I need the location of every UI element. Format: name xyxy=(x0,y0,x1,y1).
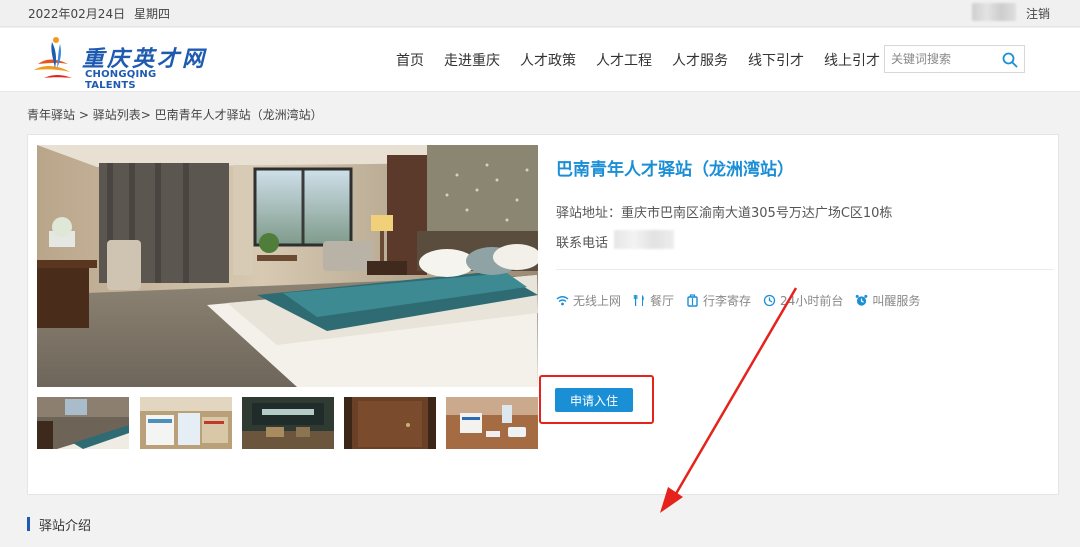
amenity-luggage: 行李寄存 xyxy=(686,292,751,309)
amenity-label: 叫醒服务 xyxy=(872,294,921,308)
breadcrumb-separator: > xyxy=(140,108,155,122)
thumbnail-desk-items[interactable] xyxy=(446,397,538,449)
station-info: 巴南青年人才驿站（龙洲湾站） 驿站地址：重庆市巴南区渝南大道305号万达广场C区… xyxy=(556,135,1054,496)
amenity-reception: 24小时前台 xyxy=(763,292,843,309)
breadcrumb-current: 巴南青年人才驿站（龙洲湾站） xyxy=(154,108,323,122)
restaurant-icon xyxy=(633,295,644,306)
amenity-label: 无线上网 xyxy=(573,294,622,308)
logo-mark-icon xyxy=(34,37,72,78)
section-heading-text: 驿站介绍 xyxy=(39,518,92,534)
thumbnail-lobby[interactable] xyxy=(242,397,334,449)
top-bar: 2022年02月24日 星期四 注销 xyxy=(0,0,1080,27)
wifi-icon xyxy=(556,296,569,306)
site-logo[interactable]: 重庆英才网 CHONGQING TALENTS xyxy=(30,34,210,91)
reception-icon xyxy=(763,294,776,307)
logout-link[interactable]: 注销 xyxy=(1026,5,1050,22)
search-box xyxy=(884,45,1025,73)
amenity-wifi: 无线上网 xyxy=(556,292,621,309)
amenity-label: 餐厅 xyxy=(650,294,675,308)
station-address: 驿站地址：重庆市巴南区渝南大道305号万达广场C区10栋 xyxy=(556,206,893,221)
breadcrumb: 青年驿站 > 驿站列表> 巴南青年人才驿站（龙洲湾站） xyxy=(27,106,323,123)
nav-item-talent-services[interactable]: 人才服务 xyxy=(672,50,728,70)
nav-item-about-chongqing[interactable]: 走进重庆 xyxy=(444,50,500,70)
station-phone-label: 联系电话 xyxy=(556,236,609,251)
station-phone-blurred xyxy=(614,230,674,249)
nav-item-offline-recruiting[interactable]: 线下引才 xyxy=(748,50,804,70)
station-detail-card: 巴南青年人才驿站（龙洲湾站） 驿站地址：重庆市巴南区渝南大道305号万达广场C区… xyxy=(27,134,1059,513)
amenities-list: 无线上网 餐厅 行李寄存 24小时前台 叫醒服务 xyxy=(556,292,932,309)
info-divider xyxy=(556,269,1054,270)
photo-thumbnails xyxy=(37,397,538,449)
current-weekday: 星期四 xyxy=(134,7,171,21)
thumbnail-room[interactable] xyxy=(37,397,129,449)
apply-checkin-button[interactable]: 申请入住 xyxy=(555,388,633,412)
breadcrumb-separator: > xyxy=(75,108,93,122)
amenity-restaurant: 餐厅 xyxy=(633,292,674,309)
search-icon[interactable] xyxy=(1001,51,1019,69)
section-heading-bar xyxy=(27,517,30,531)
nav-item-talent-policy[interactable]: 人才政策 xyxy=(520,50,576,70)
amenity-label: 24小时前台 xyxy=(780,294,844,308)
main-nav: 首页 走进重庆 人才政策 人才工程 人才服务 线下引才 线上引才 xyxy=(396,50,900,70)
breadcrumb-youth-station[interactable]: 青年驿站 xyxy=(27,108,75,122)
station-title: 巴南青年人才驿站（龙洲湾站） xyxy=(556,160,794,180)
thumbnail-door[interactable] xyxy=(344,397,436,449)
amenity-label: 行李寄存 xyxy=(703,294,752,308)
site-header: 重庆英才网 CHONGQING TALENTS 首页 走进重庆 人才政策 人才工… xyxy=(0,28,1080,92)
breadcrumb-station-list[interactable]: 驿站列表 xyxy=(93,108,141,122)
nav-item-online-recruiting[interactable]: 线上引才 xyxy=(824,50,880,70)
alarm-clock-icon xyxy=(856,294,868,306)
amenity-wakeup: 叫醒服务 xyxy=(855,292,920,309)
current-date: 2022年02月24日 xyxy=(28,7,126,21)
logo-english-text: CHONGQING TALENTS xyxy=(85,69,157,91)
station-main-photo xyxy=(37,145,538,387)
section-heading: 驿站介绍 xyxy=(27,514,91,534)
nav-item-home[interactable]: 首页 xyxy=(396,50,424,70)
user-name-blurred xyxy=(972,3,1016,21)
luggage-icon xyxy=(687,294,698,307)
search-input[interactable] xyxy=(891,50,995,68)
thumbnail-amenities[interactable] xyxy=(140,397,232,449)
nav-item-talent-projects[interactable]: 人才工程 xyxy=(596,50,652,70)
